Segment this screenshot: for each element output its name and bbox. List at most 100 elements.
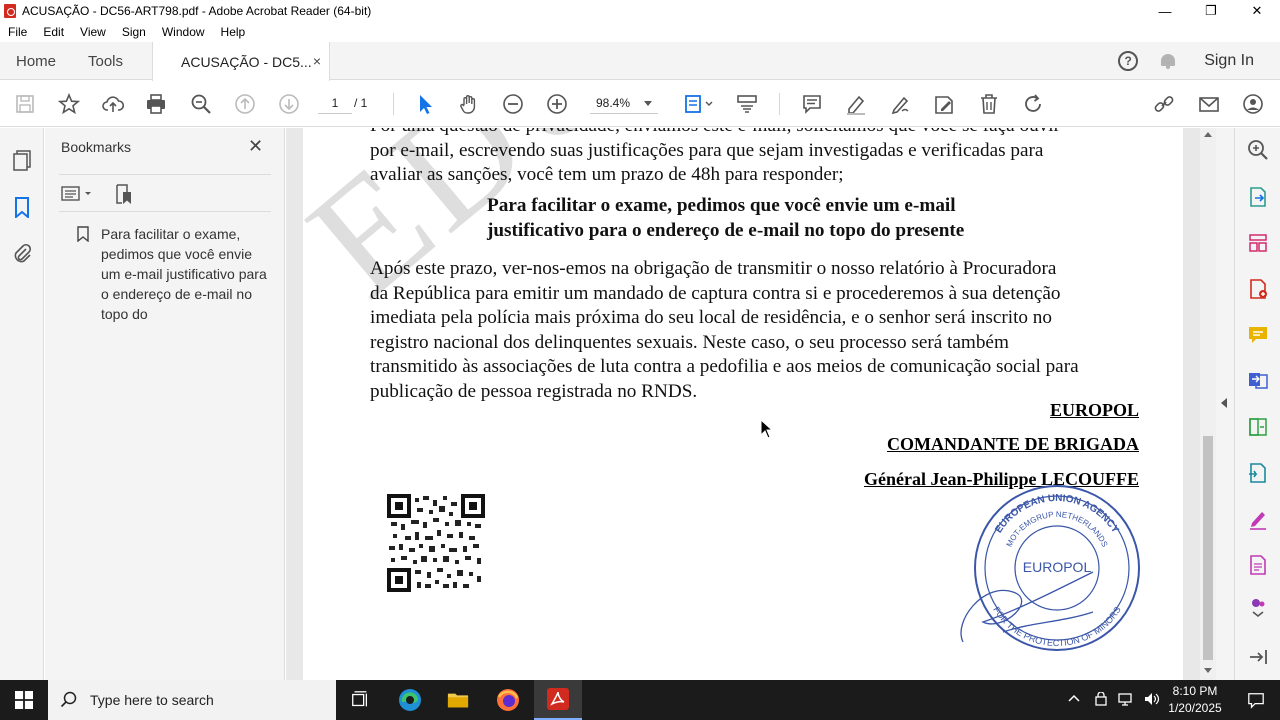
comment-icon[interactable] (799, 91, 825, 117)
save-icon[interactable] (12, 91, 38, 117)
upload-cloud-icon[interactable] (100, 91, 126, 117)
compress-pdf-icon[interactable] (1247, 416, 1269, 438)
expand-right-panel-icon[interactable] (1221, 398, 1227, 408)
qr-code-image (387, 494, 485, 592)
bookmarks-title: Bookmarks (61, 139, 132, 155)
windows-logo-icon (15, 691, 33, 709)
body-line: imediata pela polícia mais próxima do se… (370, 307, 1052, 328)
tray-overflow-icon[interactable] (1068, 693, 1080, 708)
tab-document[interactable]: ACUSAÇÃO - DC5... × (152, 42, 330, 81)
bookmark-options-icon[interactable] (61, 183, 95, 205)
maximize-button[interactable]: ❐ (1188, 0, 1234, 22)
menu-edit[interactable]: Edit (35, 25, 72, 39)
task-view-icon[interactable] (336, 680, 384, 720)
scrollbar-thumb[interactable] (1203, 436, 1213, 660)
zoom-in-icon[interactable] (544, 91, 570, 117)
draw-icon[interactable] (887, 91, 913, 117)
scroll-down-icon[interactable] (1204, 668, 1212, 673)
menu-file[interactable]: File (0, 25, 35, 39)
fit-page-icon[interactable] (680, 91, 716, 117)
zoom-level-select[interactable]: 98.4% (590, 92, 658, 114)
menu-view[interactable]: View (72, 25, 114, 39)
bookmark-icon (77, 226, 89, 243)
menu-bar: File Edit View Sign Window Help (0, 22, 1280, 42)
organize-pages-icon[interactable] (1247, 232, 1269, 254)
body-line: da República para emitir um mandado de c… (370, 282, 1061, 304)
page-number-input[interactable]: 1 (318, 92, 352, 114)
taskbar-clock[interactable]: 8:10 PM 1/20/2025 (1160, 683, 1230, 717)
sign-in-button[interactable]: Sign In (1204, 52, 1254, 70)
window-title: ACUSAÇÃO - DC56-ART798.pdf - Adobe Acrob… (22, 4, 372, 18)
tab-home[interactable]: Home (16, 42, 56, 80)
attachments-icon[interactable] (11, 242, 33, 264)
title-bar: ACUSAÇÃO - DC56-ART798.pdf - Adobe Acrob… (0, 0, 1280, 22)
email-icon[interactable] (1196, 91, 1222, 117)
header-actions: ? Sign In (1118, 42, 1280, 80)
help-icon[interactable]: ? (1118, 51, 1139, 71)
network-icon[interactable] (1118, 692, 1134, 709)
rotate-icon[interactable] (1020, 91, 1046, 117)
collapse-tools-icon[interactable] (1247, 646, 1269, 668)
edit-pdf-icon[interactable] (1247, 554, 1269, 576)
volume-icon[interactable] (1144, 692, 1160, 709)
tab-tools[interactable]: Tools (88, 42, 123, 80)
print-icon[interactable] (143, 91, 169, 117)
more-tools-icon[interactable] (1247, 596, 1269, 618)
hand-tool-icon[interactable] (456, 91, 482, 117)
combine-files-icon[interactable] (1247, 369, 1269, 391)
comment-tool-icon[interactable] (1247, 324, 1269, 346)
minimize-button[interactable]: — (1142, 0, 1188, 22)
right-tools-rail (1234, 128, 1280, 680)
notification-bell-icon[interactable] (1160, 52, 1176, 70)
delete-icon[interactable] (976, 91, 1002, 117)
bookmark-item[interactable]: Para facilitar o exame, pedimos que você… (77, 224, 267, 324)
menu-window[interactable]: Window (154, 25, 213, 39)
bookmarks-tools (59, 174, 271, 212)
search-placeholder: Type here to search (90, 692, 214, 708)
next-page-icon[interactable] (276, 91, 302, 117)
windows-taskbar: Type here to search 8:10 PM 1/20/2025 (0, 680, 1280, 720)
firefox-icon[interactable] (484, 680, 532, 720)
add-user-icon[interactable] (1240, 91, 1266, 117)
zoom-tool-icon[interactable] (1247, 139, 1269, 161)
file-explorer-icon[interactable] (434, 680, 482, 720)
fill-sign-icon[interactable] (1247, 508, 1269, 530)
bookmarks-panel-icon[interactable] (11, 196, 33, 220)
taskbar-search-box[interactable]: Type here to search (48, 680, 336, 720)
security-icon[interactable] (1094, 690, 1108, 709)
close-panel-button[interactable]: ✕ (248, 136, 263, 157)
new-bookmark-icon[interactable] (113, 183, 135, 205)
menu-sign[interactable]: Sign (114, 25, 154, 39)
scan-ocr-icon[interactable] (1247, 462, 1269, 484)
clock-time: 8:10 PM (1172, 684, 1218, 698)
edge-browser-icon[interactable] (386, 680, 434, 720)
toolbar-separator (393, 93, 394, 115)
system-tray (1068, 680, 1168, 720)
menu-help[interactable]: Help (213, 25, 254, 39)
export-pdf-icon[interactable] (1247, 186, 1269, 208)
body-line: registro nacional dos delinquentes sexua… (370, 331, 1009, 353)
scroll-up-icon[interactable] (1204, 132, 1212, 137)
scroll-mode-icon[interactable] (734, 91, 760, 117)
close-window-button[interactable]: ✕ (1234, 0, 1280, 22)
action-center-icon[interactable] (1232, 680, 1280, 720)
create-pdf-icon[interactable] (1247, 278, 1269, 300)
highlight-pen-icon[interactable] (843, 91, 869, 117)
zoom-search-icon[interactable] (188, 91, 214, 117)
start-button[interactable] (0, 680, 48, 720)
zoom-out-icon[interactable] (500, 91, 526, 117)
tab-bar: Home Tools ACUSAÇÃO - DC5... × ? Sign In (0, 42, 1280, 81)
stamp-center-text: EUROPOL (1023, 559, 1092, 575)
search-icon (60, 691, 77, 708)
document-viewport[interactable]: EDUC Por uma questão de privacidade, env… (286, 128, 1200, 680)
previous-page-icon[interactable] (232, 91, 258, 117)
acrobat-taskbar-icon[interactable] (534, 680, 582, 720)
edit-text-icon[interactable] (931, 91, 957, 117)
select-cursor-icon[interactable] (412, 91, 438, 117)
page-thumbnails-icon[interactable] (11, 149, 33, 171)
vertical-scrollbar[interactable] (1200, 128, 1216, 680)
share-link-icon[interactable] (1151, 91, 1177, 117)
close-tab-button[interactable]: × (313, 53, 321, 69)
star-icon[interactable] (56, 91, 82, 117)
left-nav-rail (0, 128, 44, 680)
